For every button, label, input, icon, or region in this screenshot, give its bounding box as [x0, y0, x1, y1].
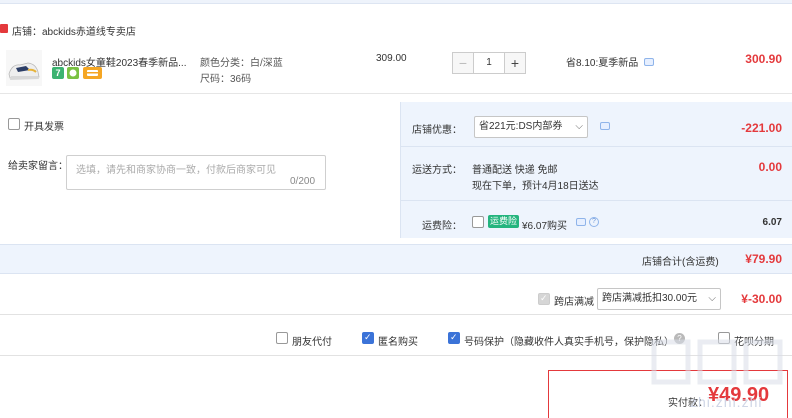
- quantity-input[interactable]: 1: [474, 52, 504, 74]
- product-thumbnail[interactable]: [6, 50, 42, 86]
- shop-discount-amount: -221.00: [741, 121, 782, 135]
- shop-icon: [0, 24, 8, 33]
- top-strip: [0, 0, 792, 4]
- cross-store-select[interactable]: 跨店满减抵扣30.00元 ⌵: [597, 288, 721, 310]
- number-protect-label: 号码保护（隐藏收件人真实手机号，保护隐私）: [464, 337, 674, 348]
- divider: [400, 200, 792, 201]
- quality-badge-icon: [67, 67, 79, 79]
- spec-size: 尺码：36码: [200, 74, 252, 85]
- subtotal-label: 店铺合计(含运费): [642, 257, 719, 268]
- chat-bubble-icon[interactable]: [576, 218, 586, 226]
- chat-bubble-icon[interactable]: [600, 122, 610, 130]
- invoice-label: 开具发票: [24, 122, 64, 133]
- anonymous-label: 匿名购买: [378, 337, 418, 348]
- memo-char-count: 0/200: [290, 176, 316, 187]
- friend-pay-checkbox[interactable]: [276, 332, 288, 344]
- shoe-image-icon: [6, 50, 42, 86]
- subtotal-amount: ¥79.90: [745, 252, 782, 266]
- shipping-label: 运送方式：: [412, 165, 462, 176]
- divider: [400, 146, 792, 147]
- cross-store-checkbox[interactable]: [538, 293, 550, 305]
- item-promotion: 省8.10:夏季新品: [566, 58, 639, 69]
- order-item-row: [0, 44, 792, 94]
- unit-price: 309.00: [376, 53, 407, 64]
- cross-store-value: 跨店满减抵扣30.00元: [602, 293, 698, 304]
- seven-day-return-icon: 7: [52, 67, 64, 79]
- leaf-icon: [69, 69, 77, 77]
- chevron-down-icon: ⌵: [575, 121, 583, 132]
- shipping-amount: 0.00: [758, 160, 782, 174]
- watermark-text: zhi.zhi.zhi: [690, 394, 763, 410]
- help-icon[interactable]: ?: [589, 217, 599, 227]
- memo-placeholder: 选填，请先和商家协商一致，付款后商家可见: [76, 165, 276, 176]
- cross-store-label: 跨店满减: [554, 297, 594, 308]
- chevron-down-icon: ⌵: [708, 293, 716, 304]
- chat-bubble-icon[interactable]: [644, 58, 654, 66]
- quantity-increase-button[interactable]: +: [504, 52, 526, 74]
- number-protect-checkbox[interactable]: [448, 332, 460, 344]
- quantity-stepper: − 1 +: [452, 52, 526, 74]
- insurance-amount: 6.07: [762, 217, 782, 228]
- insurance-checkbox[interactable]: [472, 216, 484, 228]
- cross-store-amount: ¥-30.00: [741, 292, 782, 306]
- memo-label: 给卖家留言：: [8, 161, 68, 172]
- insurance-badge: 运费险: [488, 215, 520, 228]
- anonymous-checkbox[interactable]: [362, 332, 374, 344]
- quantity-decrease-button[interactable]: −: [452, 52, 474, 74]
- spec-color: 颜色分类：白/深蓝: [200, 58, 283, 69]
- shipping-method: 普通配送 快递 免邮: [472, 165, 558, 176]
- shop-discount-label: 店铺优惠：: [412, 125, 462, 136]
- shop-name[interactable]: 店铺：abckids赤道线专卖店: [12, 23, 136, 38]
- shop-discount-value: 省221元:DS内部券: [479, 121, 563, 132]
- friend-pay-label: 朋友代付: [292, 337, 332, 348]
- credit-card-icon: [83, 67, 102, 79]
- insurance-price: ¥6.07购买: [522, 221, 568, 232]
- shipping-eta: 现在下单，预计4月18日送达: [472, 181, 599, 192]
- insurance-label: 运费险：: [422, 221, 462, 232]
- invoice-checkbox[interactable]: [8, 118, 20, 130]
- shop-discount-select[interactable]: 省221元:DS内部券 ⌵: [474, 116, 588, 138]
- item-total-price: 300.90: [745, 52, 782, 66]
